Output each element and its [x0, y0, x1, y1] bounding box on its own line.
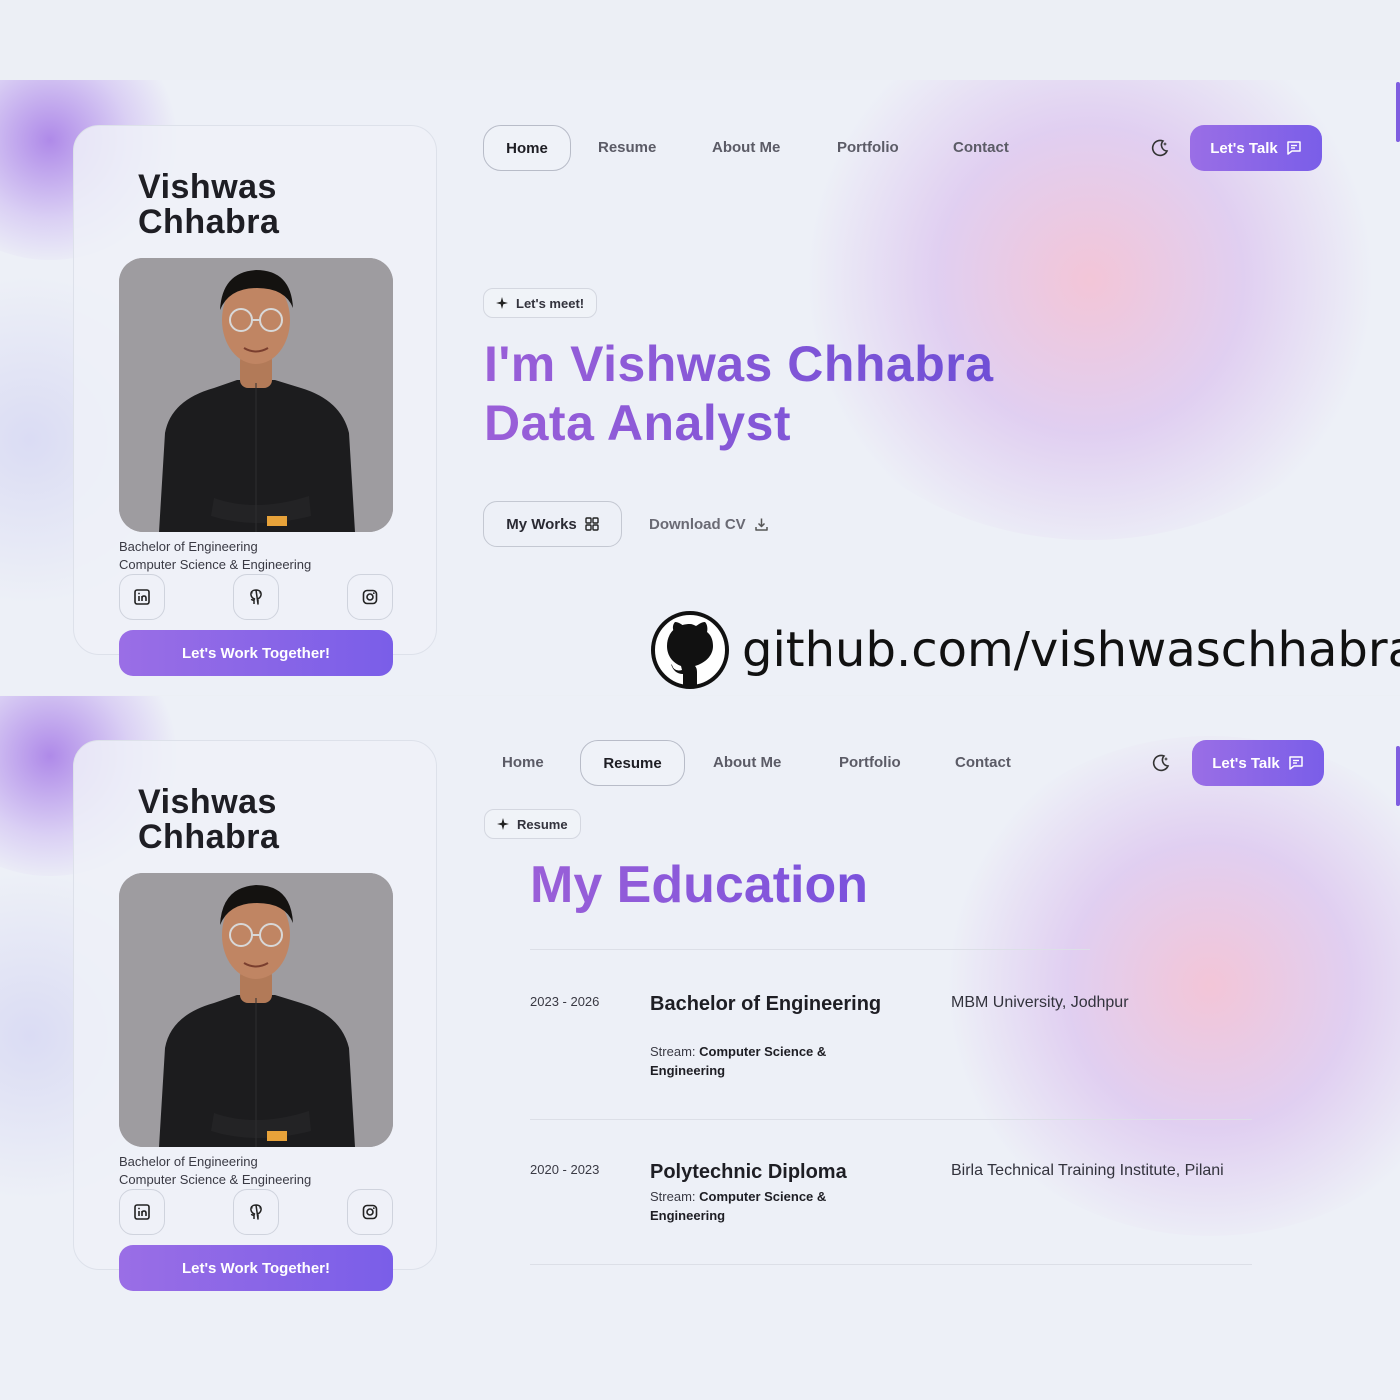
- hero-headline: I'm Vishwas Chhabra Data Analyst: [484, 335, 994, 453]
- education-degree: Polytechnic Diploma: [650, 1161, 847, 1183]
- my-works-label: My Works: [506, 515, 577, 533]
- github-banner[interactable]: github.com/vishwaschhabra: [650, 610, 1400, 690]
- nav-contact[interactable]: Contact: [953, 125, 1009, 171]
- scrollbar[interactable]: [1396, 82, 1400, 142]
- nav-contact[interactable]: Contact: [955, 740, 1011, 786]
- education-stream: Stream: Computer Science & Engineering: [650, 1044, 827, 1078]
- degree-text: Bachelor of Engineering: [119, 1154, 258, 1169]
- education-institute: Birla Technical Training Institute, Pila…: [951, 1162, 1224, 1179]
- resume-badge: Resume: [484, 809, 581, 839]
- home-section: Vishwas Chhabra Bachelor of Engineering: [0, 80, 1400, 695]
- grid-icon: [585, 517, 599, 531]
- field-text: Computer Science & Engineering: [119, 557, 312, 572]
- instagram-button[interactable]: [347, 574, 393, 620]
- education-stream: Stream: Computer Science & Engineering: [650, 1189, 827, 1223]
- moon-icon[interactable]: [1149, 137, 1171, 159]
- education-years: 2023 - 2026: [530, 994, 600, 1009]
- download-cv-button[interactable]: Download CV: [649, 501, 769, 547]
- nav-about[interactable]: About Me: [712, 125, 780, 171]
- nav-about[interactable]: About Me: [713, 740, 781, 786]
- education-row: 2023 - 2026 Bachelor of Engineering Stre…: [530, 992, 1250, 1092]
- person-photo-illustration: [119, 873, 393, 1147]
- badge-label: Let's meet!: [516, 295, 585, 311]
- github-button[interactable]: [233, 1189, 279, 1235]
- sparkle-icon: [496, 297, 508, 309]
- field-text: Computer Science & Engineering: [119, 1172, 312, 1187]
- linkedin-icon: [134, 589, 150, 605]
- degree-text: Bachelor of Engineering: [119, 539, 258, 554]
- github-url: github.com/vishwaschhabra: [742, 622, 1400, 678]
- top-nav: Home Resume About Me Portfolio Contact L…: [483, 125, 1323, 171]
- divider: [530, 1119, 1252, 1120]
- headline-role: Data Analyst: [484, 395, 792, 451]
- chat-icon: [1286, 141, 1301, 155]
- education-row: 2020 - 2023 Polytechnic Diploma Stream: …: [530, 1160, 1250, 1240]
- instagram-icon: [362, 589, 378, 605]
- lets-talk-label: Let's Talk: [1210, 139, 1278, 157]
- profile-card: Vishwas Chhabra Bachelor of Engineering: [73, 740, 437, 1291]
- profile-name: Vishwas Chhabra: [138, 783, 280, 856]
- profile-photo: [119, 258, 393, 532]
- download-cv-label: Download CV: [649, 515, 746, 533]
- lets-talk-label: Let's Talk: [1212, 754, 1280, 772]
- github-logo-icon: [651, 611, 729, 689]
- social-links: [119, 1189, 393, 1235]
- linkedin-button[interactable]: [119, 1189, 165, 1235]
- profile-photo: [119, 873, 393, 1147]
- github-icon: [250, 589, 262, 605]
- lets-meet-badge: Let's meet!: [483, 288, 598, 318]
- profile-education: Bachelor of Engineering Computer Science…: [119, 1153, 311, 1189]
- instagram-icon: [362, 1204, 378, 1220]
- work-together-button[interactable]: Let's Work Together!: [119, 1245, 393, 1291]
- person-photo-illustration: [119, 258, 393, 532]
- divider: [530, 949, 1090, 950]
- my-works-button[interactable]: My Works: [483, 501, 622, 547]
- instagram-button[interactable]: [347, 1189, 393, 1235]
- nav-home[interactable]: Home: [502, 740, 544, 786]
- github-button[interactable]: [233, 574, 279, 620]
- education-title: My Education: [530, 856, 869, 914]
- chat-icon: [1288, 756, 1303, 770]
- badge-label: Resume: [517, 816, 568, 832]
- moon-icon[interactable]: [1150, 752, 1172, 774]
- work-together-button[interactable]: Let's Work Together!: [119, 630, 393, 676]
- nav-resume[interactable]: Resume: [598, 125, 656, 171]
- nav-portfolio[interactable]: Portfolio: [837, 125, 899, 171]
- profile-name: Vishwas Chhabra: [138, 168, 280, 241]
- nav-resume[interactable]: Resume: [580, 740, 685, 786]
- education-years: 2020 - 2023: [530, 1162, 600, 1177]
- profile-card: Vishwas Chhabra Bachelor of Engineering: [73, 125, 437, 676]
- nav-portfolio[interactable]: Portfolio: [839, 740, 901, 786]
- sparkle-icon: [497, 818, 509, 830]
- top-nav: Home Resume About Me Portfolio Contact L…: [485, 740, 1325, 786]
- linkedin-icon: [134, 1204, 150, 1220]
- nav-home[interactable]: Home: [483, 125, 571, 171]
- github-icon: [250, 1204, 262, 1220]
- scrollbar[interactable]: [1396, 746, 1400, 806]
- download-icon: [754, 518, 768, 531]
- linkedin-button[interactable]: [119, 574, 165, 620]
- headline-name: I'm Vishwas Chhabra: [484, 336, 994, 392]
- social-links: [119, 574, 393, 620]
- lets-talk-button[interactable]: Let's Talk: [1192, 740, 1324, 786]
- education-institute: MBM University, Jodhpur: [951, 994, 1129, 1011]
- divider: [530, 1264, 1252, 1265]
- education-degree: Bachelor of Engineering: [650, 993, 882, 1015]
- lets-talk-button[interactable]: Let's Talk: [1190, 125, 1322, 171]
- profile-education: Bachelor of Engineering Computer Science…: [119, 538, 311, 574]
